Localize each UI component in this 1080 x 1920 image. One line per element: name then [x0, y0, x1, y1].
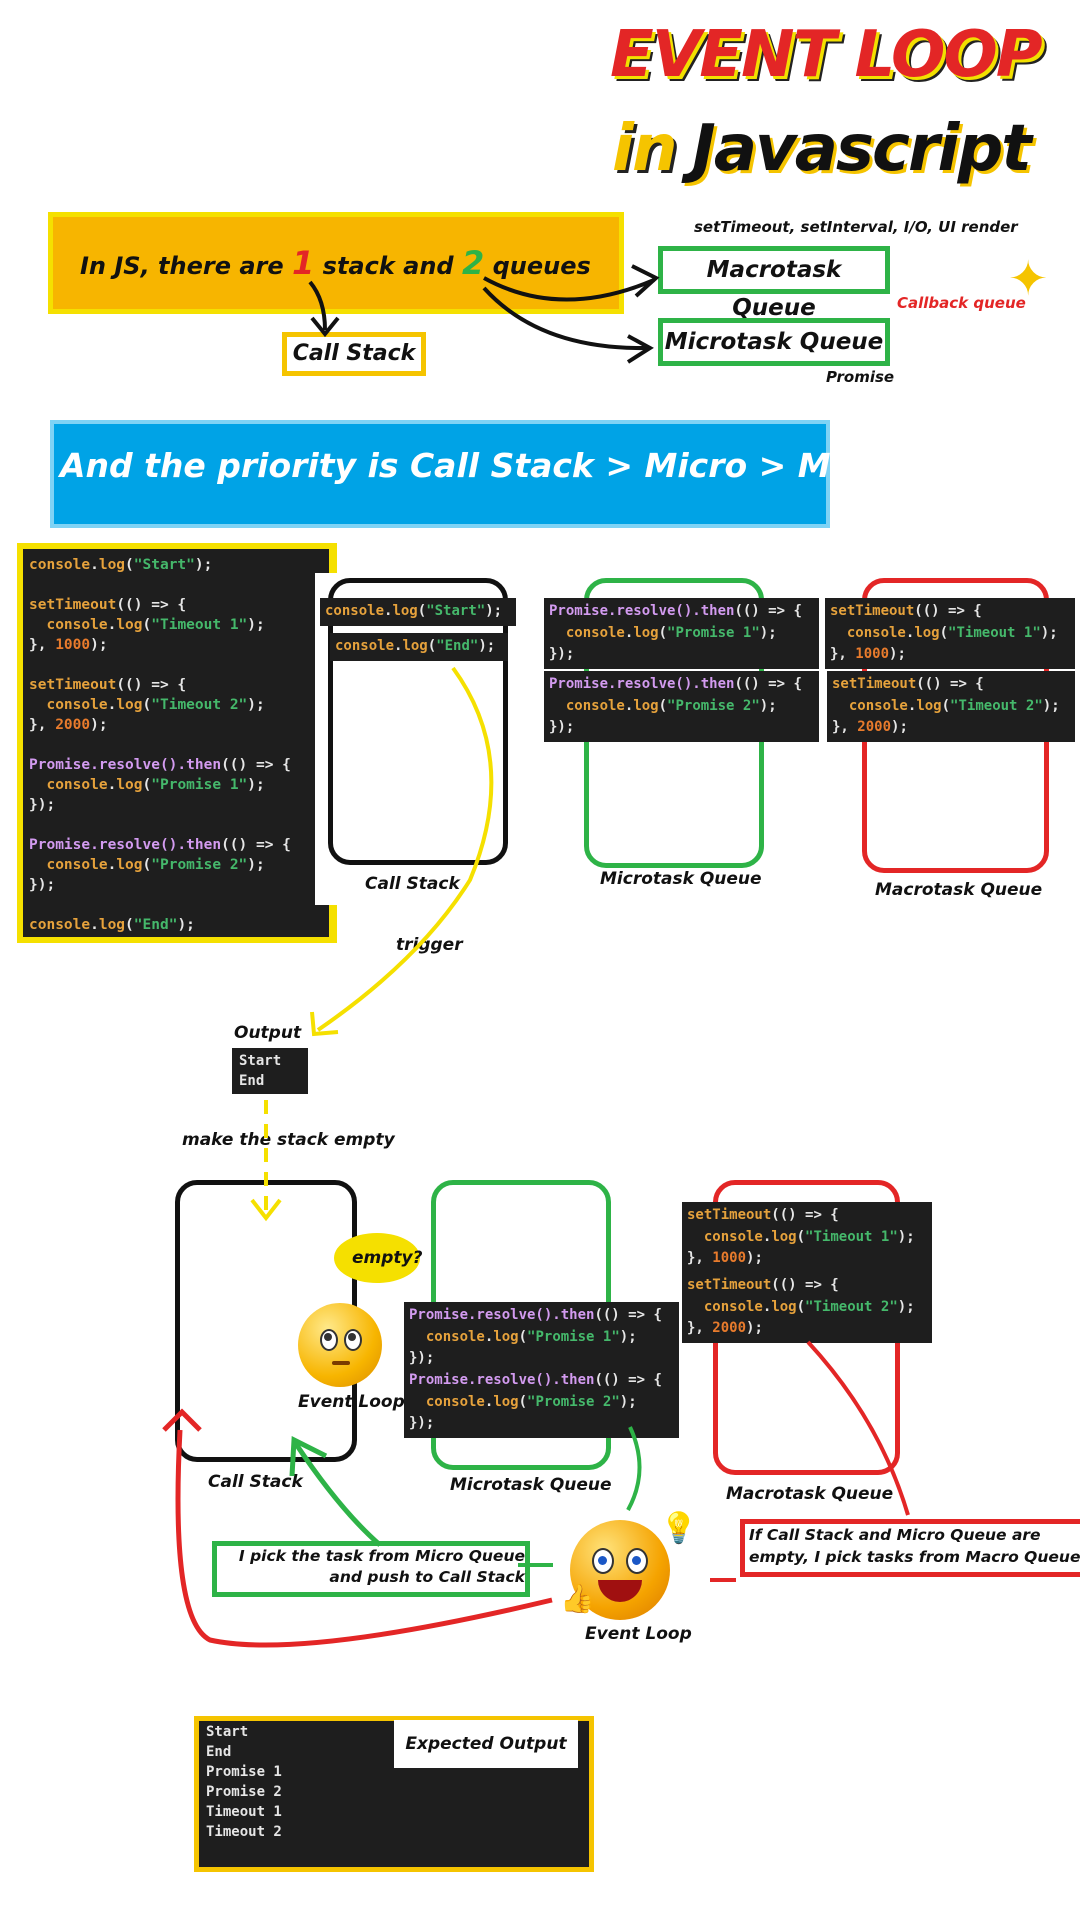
note-to-stack-arrow — [293, 1442, 382, 1547]
arrow-to-macro-queue — [483, 276, 655, 302]
micro-to-loop-arrow — [626, 1426, 642, 1511]
arrows-layer — [162, 264, 910, 1648]
loop-to-stack-red-arrow — [175, 1429, 553, 1648]
trigger-arrow — [316, 666, 494, 1032]
arrow-to-micro-queue — [482, 286, 649, 351]
macro-to-note-arrow — [806, 1340, 910, 1516]
